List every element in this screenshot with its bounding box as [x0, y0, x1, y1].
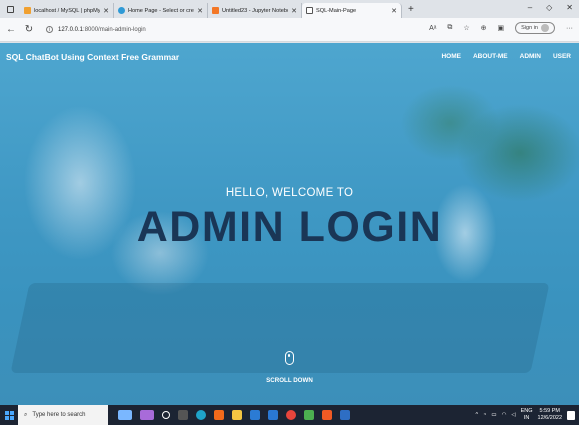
chevron-up-icon[interactable]: ^ — [475, 412, 478, 418]
network-icon[interactable]: ◔ — [483, 412, 486, 418]
notifications-icon[interactable] — [567, 410, 575, 420]
site-brand[interactable]: SQL ChatBot Using Context Free Grammar — [6, 52, 179, 62]
lang-region: IN — [523, 415, 530, 421]
word-icon[interactable] — [340, 410, 350, 420]
close-icon[interactable]: ✕ — [197, 7, 203, 15]
start-button[interactable] — [0, 405, 18, 425]
nav-admin[interactable]: ADMIN — [520, 53, 541, 60]
hero-section: SQL ChatBot Using Context Free Grammar H… — [0, 43, 579, 405]
close-icon[interactable]: ✕ — [103, 7, 109, 15]
more-menu-icon[interactable]: ··· — [566, 25, 573, 32]
tab-strip: localhost / MySQL | phpMyAdmin ✕ Home Pa… — [0, 0, 579, 18]
vscode-icon[interactable] — [268, 410, 278, 420]
minimize-icon[interactable]: – — [528, 3, 532, 12]
tab-label: localhost / MySQL | phpMyAdmin — [34, 7, 101, 14]
favorites-star-icon[interactable]: ☆ — [463, 24, 469, 32]
battery-icon[interactable]: ▭ — [491, 412, 496, 418]
close-window-icon[interactable]: ✕ — [566, 3, 573, 12]
teams-icon[interactable] — [140, 410, 154, 420]
lang-code: ENG — [520, 408, 533, 414]
system-tray: ^ ◔ ▭ ◠ ◁ ENG IN 5:59 PM 12/6/2022 — [475, 405, 575, 425]
app-icon[interactable] — [304, 410, 314, 420]
page-favicon-icon — [306, 7, 313, 14]
address-bar[interactable]: i 127.0.0.1:8000/main-admin-login — [46, 26, 146, 33]
windows-taskbar: ⌕ Type here to search ^ ◔ ▭ ◠ ◁ ENG IN 5… — [0, 405, 579, 425]
store-icon[interactable] — [250, 410, 260, 420]
clock-time: 5:59 PM — [539, 408, 560, 414]
avatar — [541, 24, 549, 32]
task-view-icon[interactable] — [178, 410, 188, 420]
pinned-apps — [118, 410, 350, 420]
sign-in-button[interactable]: Sign in — [515, 22, 555, 34]
app-icon[interactable] — [322, 410, 332, 420]
site-nav: HOME ABOUT-ME ADMIN USER — [441, 53, 571, 60]
window-controls: – ◇ ✕ — [528, 3, 573, 12]
back-icon[interactable]: ← — [4, 24, 18, 35]
search-placeholder: Type here to search — [32, 412, 86, 418]
new-tab-icon[interactable]: + — [408, 4, 414, 15]
loading-favicon-icon — [118, 7, 125, 14]
refresh-icon[interactable]: ↻ — [22, 24, 36, 35]
jupyter-favicon-icon — [212, 7, 219, 14]
toolbar-actions: Aᵃ ⧉ ☆ ⊕ ▣ Sign in ··· — [429, 22, 573, 34]
background-photo — [10, 283, 550, 373]
clock-date: 12/6/2022 — [537, 415, 562, 421]
taskbar-search[interactable]: ⌕ Type here to search — [18, 405, 108, 425]
close-icon[interactable]: ✕ — [391, 7, 397, 15]
tab-label: Home Page - Select or create a — [128, 7, 194, 14]
office-icon[interactable] — [214, 410, 224, 420]
read-aloud-icon[interactable]: Aᵃ — [429, 25, 436, 32]
wifi-icon[interactable]: ◠ — [502, 412, 507, 418]
widgets-icon[interactable] — [118, 410, 132, 420]
search-icon: ⌕ — [24, 411, 28, 418]
browser-window: localhost / MySQL | phpMyAdmin ✕ Home Pa… — [0, 0, 579, 425]
collections-icon[interactable]: ⊕ — [481, 24, 487, 32]
chrome-icon[interactable] — [286, 410, 296, 420]
sign-in-label: Sign in — [521, 25, 538, 31]
info-icon[interactable]: i — [46, 26, 53, 33]
tab-jupyter[interactable]: Untitled23 - Jupyter Notebook ✕ — [208, 3, 302, 18]
url-host: 127.0.0.1 — [58, 26, 84, 33]
language-indicator[interactable]: ENG IN — [521, 408, 533, 422]
extensions-icon[interactable]: ⧉ — [447, 24, 452, 32]
clock[interactable]: 5:59 PM 12/6/2022 — [538, 408, 562, 422]
nav-about-me[interactable]: ABOUT-ME — [473, 53, 508, 60]
windows-logo-icon — [4, 410, 14, 420]
mouse-scroll-icon[interactable] — [285, 351, 294, 365]
close-icon[interactable]: ✕ — [291, 7, 297, 15]
tab-home-page[interactable]: Home Page - Select or create a ✕ — [114, 3, 208, 18]
tab-label: SQL-Main-Page — [316, 7, 357, 14]
tab-label: Untitled23 - Jupyter Notebook — [222, 7, 288, 14]
tab-sql-main-page[interactable]: SQL-Main-Page ✕ — [302, 3, 402, 18]
page-title: ADMIN LOGIN — [136, 203, 443, 251]
scroll-down-link[interactable]: SCROLL DOWN — [0, 377, 579, 384]
file-explorer-icon[interactable] — [232, 410, 242, 420]
edge-icon[interactable] — [196, 410, 206, 420]
tab-actions-icon[interactable] — [4, 3, 16, 15]
nav-home[interactable]: HOME — [441, 53, 461, 60]
hero-greeting: HELLO, WELCOME TO — [225, 187, 354, 199]
maximize-icon[interactable]: ◇ — [546, 3, 552, 12]
browser-toolbar: ← ↻ i 127.0.0.1:8000/main-admin-login Aᵃ… — [0, 18, 579, 42]
phpmyadmin-favicon-icon — [24, 7, 31, 14]
tab-phpmyadmin[interactable]: localhost / MySQL | phpMyAdmin ✕ — [20, 3, 114, 18]
nav-user[interactable]: USER — [553, 53, 571, 60]
collections-bar-icon[interactable]: ▣ — [498, 24, 505, 32]
volume-icon[interactable]: ◁ — [511, 412, 515, 418]
url-path: :8000/main-admin-login — [83, 26, 146, 33]
cortana-icon[interactable] — [162, 411, 170, 419]
